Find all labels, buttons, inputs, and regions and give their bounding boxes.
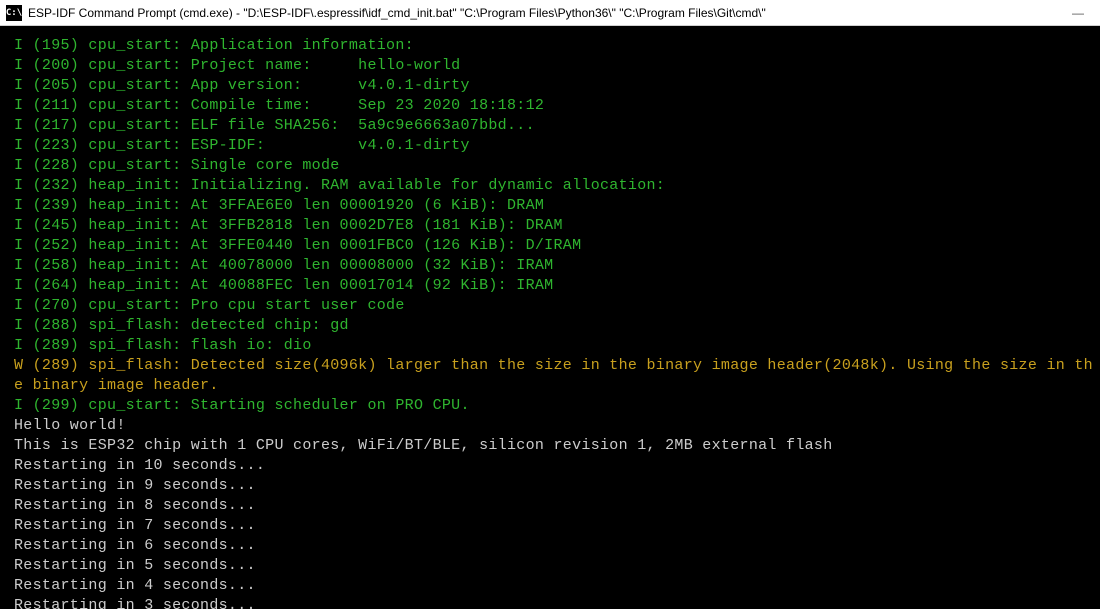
output-line: Restarting in 3 seconds... [14, 596, 1100, 609]
output-line: Restarting in 5 seconds... [14, 556, 1100, 576]
log-line: W (289) spi_flash: Detected size(4096k) … [14, 356, 1100, 396]
log-line: I (288) spi_flash: detected chip: gd [14, 316, 1100, 336]
window-controls: — [1072, 6, 1094, 20]
output-line: Restarting in 10 seconds... [14, 456, 1100, 476]
log-line: I (228) cpu_start: Single core mode [14, 156, 1100, 176]
window-title: ESP-IDF Command Prompt (cmd.exe) - "D:\E… [28, 6, 1072, 20]
log-line: I (232) heap_init: Initializing. RAM ava… [14, 176, 1100, 196]
output-line: Restarting in 8 seconds... [14, 496, 1100, 516]
cmd-icon: C:\ [6, 5, 22, 21]
log-line: I (217) cpu_start: ELF file SHA256: 5a9c… [14, 116, 1100, 136]
log-line: I (245) heap_init: At 3FFB2818 len 0002D… [14, 216, 1100, 236]
output-line: Hello world! [14, 416, 1100, 436]
output-line: Restarting in 4 seconds... [14, 576, 1100, 596]
log-line: I (270) cpu_start: Pro cpu start user co… [14, 296, 1100, 316]
log-line: I (252) heap_init: At 3FFE0440 len 0001F… [14, 236, 1100, 256]
log-line: I (211) cpu_start: Compile time: Sep 23 … [14, 96, 1100, 116]
log-line: I (289) spi_flash: flash io: dio [14, 336, 1100, 356]
log-line: I (264) heap_init: At 40088FEC len 00017… [14, 276, 1100, 296]
terminal-output[interactable]: I (195) cpu_start: Application informati… [0, 26, 1100, 609]
output-line: Restarting in 9 seconds... [14, 476, 1100, 496]
output-line: Restarting in 6 seconds... [14, 536, 1100, 556]
output-line: This is ESP32 chip with 1 CPU cores, WiF… [14, 436, 1100, 456]
minimize-button[interactable]: — [1072, 6, 1084, 20]
log-line: I (205) cpu_start: App version: v4.0.1-d… [14, 76, 1100, 96]
log-line: I (258) heap_init: At 40078000 len 00008… [14, 256, 1100, 276]
window-titlebar: C:\ ESP-IDF Command Prompt (cmd.exe) - "… [0, 0, 1100, 26]
log-line: I (223) cpu_start: ESP-IDF: v4.0.1-dirty [14, 136, 1100, 156]
log-line: I (299) cpu_start: Starting scheduler on… [14, 396, 1100, 416]
log-line: I (195) cpu_start: Application informati… [14, 36, 1100, 56]
log-line: I (200) cpu_start: Project name: hello-w… [14, 56, 1100, 76]
log-line: I (239) heap_init: At 3FFAE6E0 len 00001… [14, 196, 1100, 216]
output-line: Restarting in 7 seconds... [14, 516, 1100, 536]
